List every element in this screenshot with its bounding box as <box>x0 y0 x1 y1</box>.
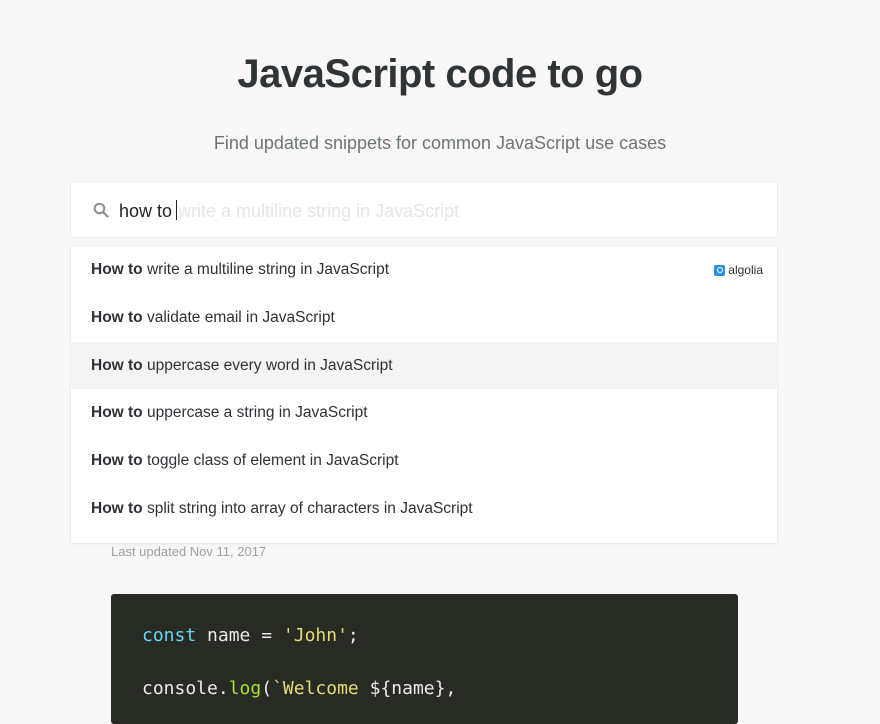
suggestion-text: split string into array of characters in… <box>142 500 473 517</box>
suggestion-item-active[interactable]: How to uppercase every word in JavaScrip… <box>71 342 777 389</box>
algolia-badge[interactable]: algolia <box>714 263 763 277</box>
text-caret <box>176 200 178 220</box>
suggestion-item[interactable]: How to write a multiline string in JavaS… <box>71 246 777 293</box>
suggestion-item[interactable]: How to validate email in JavaScript <box>71 294 777 341</box>
code-function: log <box>228 678 262 699</box>
last-updated: Last updated Nov 11, 2017 <box>111 544 267 559</box>
search-box[interactable]: how to write a multiline string in JavaSc… <box>70 181 778 238</box>
search-autocomplete-hint: write a multiline string in JavaScript <box>178 201 460 221</box>
code-keyword: const <box>142 625 197 646</box>
suggestion-match: How to <box>91 452 143 469</box>
suggestion-match: How to <box>91 261 143 278</box>
suggestion-text: write a multiline string in JavaScript <box>142 261 390 278</box>
code-text: console. <box>142 678 229 699</box>
suggestion-text: toggle class of element in JavaScript <box>142 452 399 469</box>
page-title: JavaScript code to go <box>237 52 643 96</box>
suggestion-text: validate email in JavaScript <box>142 309 335 326</box>
suggestion-match: How to <box>91 309 143 326</box>
code-string: 'John' <box>282 625 348 646</box>
code-text: ${name}, <box>369 678 457 699</box>
code-line: const name = 'John'; <box>142 625 359 646</box>
suggestion-match: How to <box>91 357 143 374</box>
suggestion-text: uppercase every word in JavaScript <box>142 357 393 374</box>
code-line: console.log(`Welcome ${name}, <box>142 678 456 699</box>
code-text: ; <box>347 625 359 646</box>
code-string: `Welcome <box>272 678 370 699</box>
algolia-label: algolia <box>728 263 763 277</box>
suggestion-item[interactable]: How to toggle class of element in JavaSc… <box>71 437 777 484</box>
suggestion-text: uppercase a string in JavaScript <box>142 404 368 421</box>
search-input-value: how to <box>119 201 173 221</box>
code-text: name = <box>196 625 283 646</box>
suggestion-match: How to <box>91 404 143 421</box>
algolia-icon <box>714 264 726 276</box>
suggestion-item[interactable]: How to uppercase a string in JavaScript <box>71 389 777 436</box>
code-text: ( <box>261 678 273 699</box>
search-suggestions-dropdown: How to write a multiline string in JavaS… <box>70 245 778 544</box>
page-subtitle: Find updated snippets for common JavaScr… <box>213 133 667 153</box>
suggestion-item[interactable]: How to split string into array of charac… <box>71 485 777 532</box>
search-icon <box>93 202 109 218</box>
suggestion-match: How to <box>91 500 143 517</box>
search-input[interactable]: how to write a multiline string in JavaSc… <box>119 200 459 222</box>
code-block: const name = 'John'; console.log(`Welcom… <box>111 594 738 724</box>
